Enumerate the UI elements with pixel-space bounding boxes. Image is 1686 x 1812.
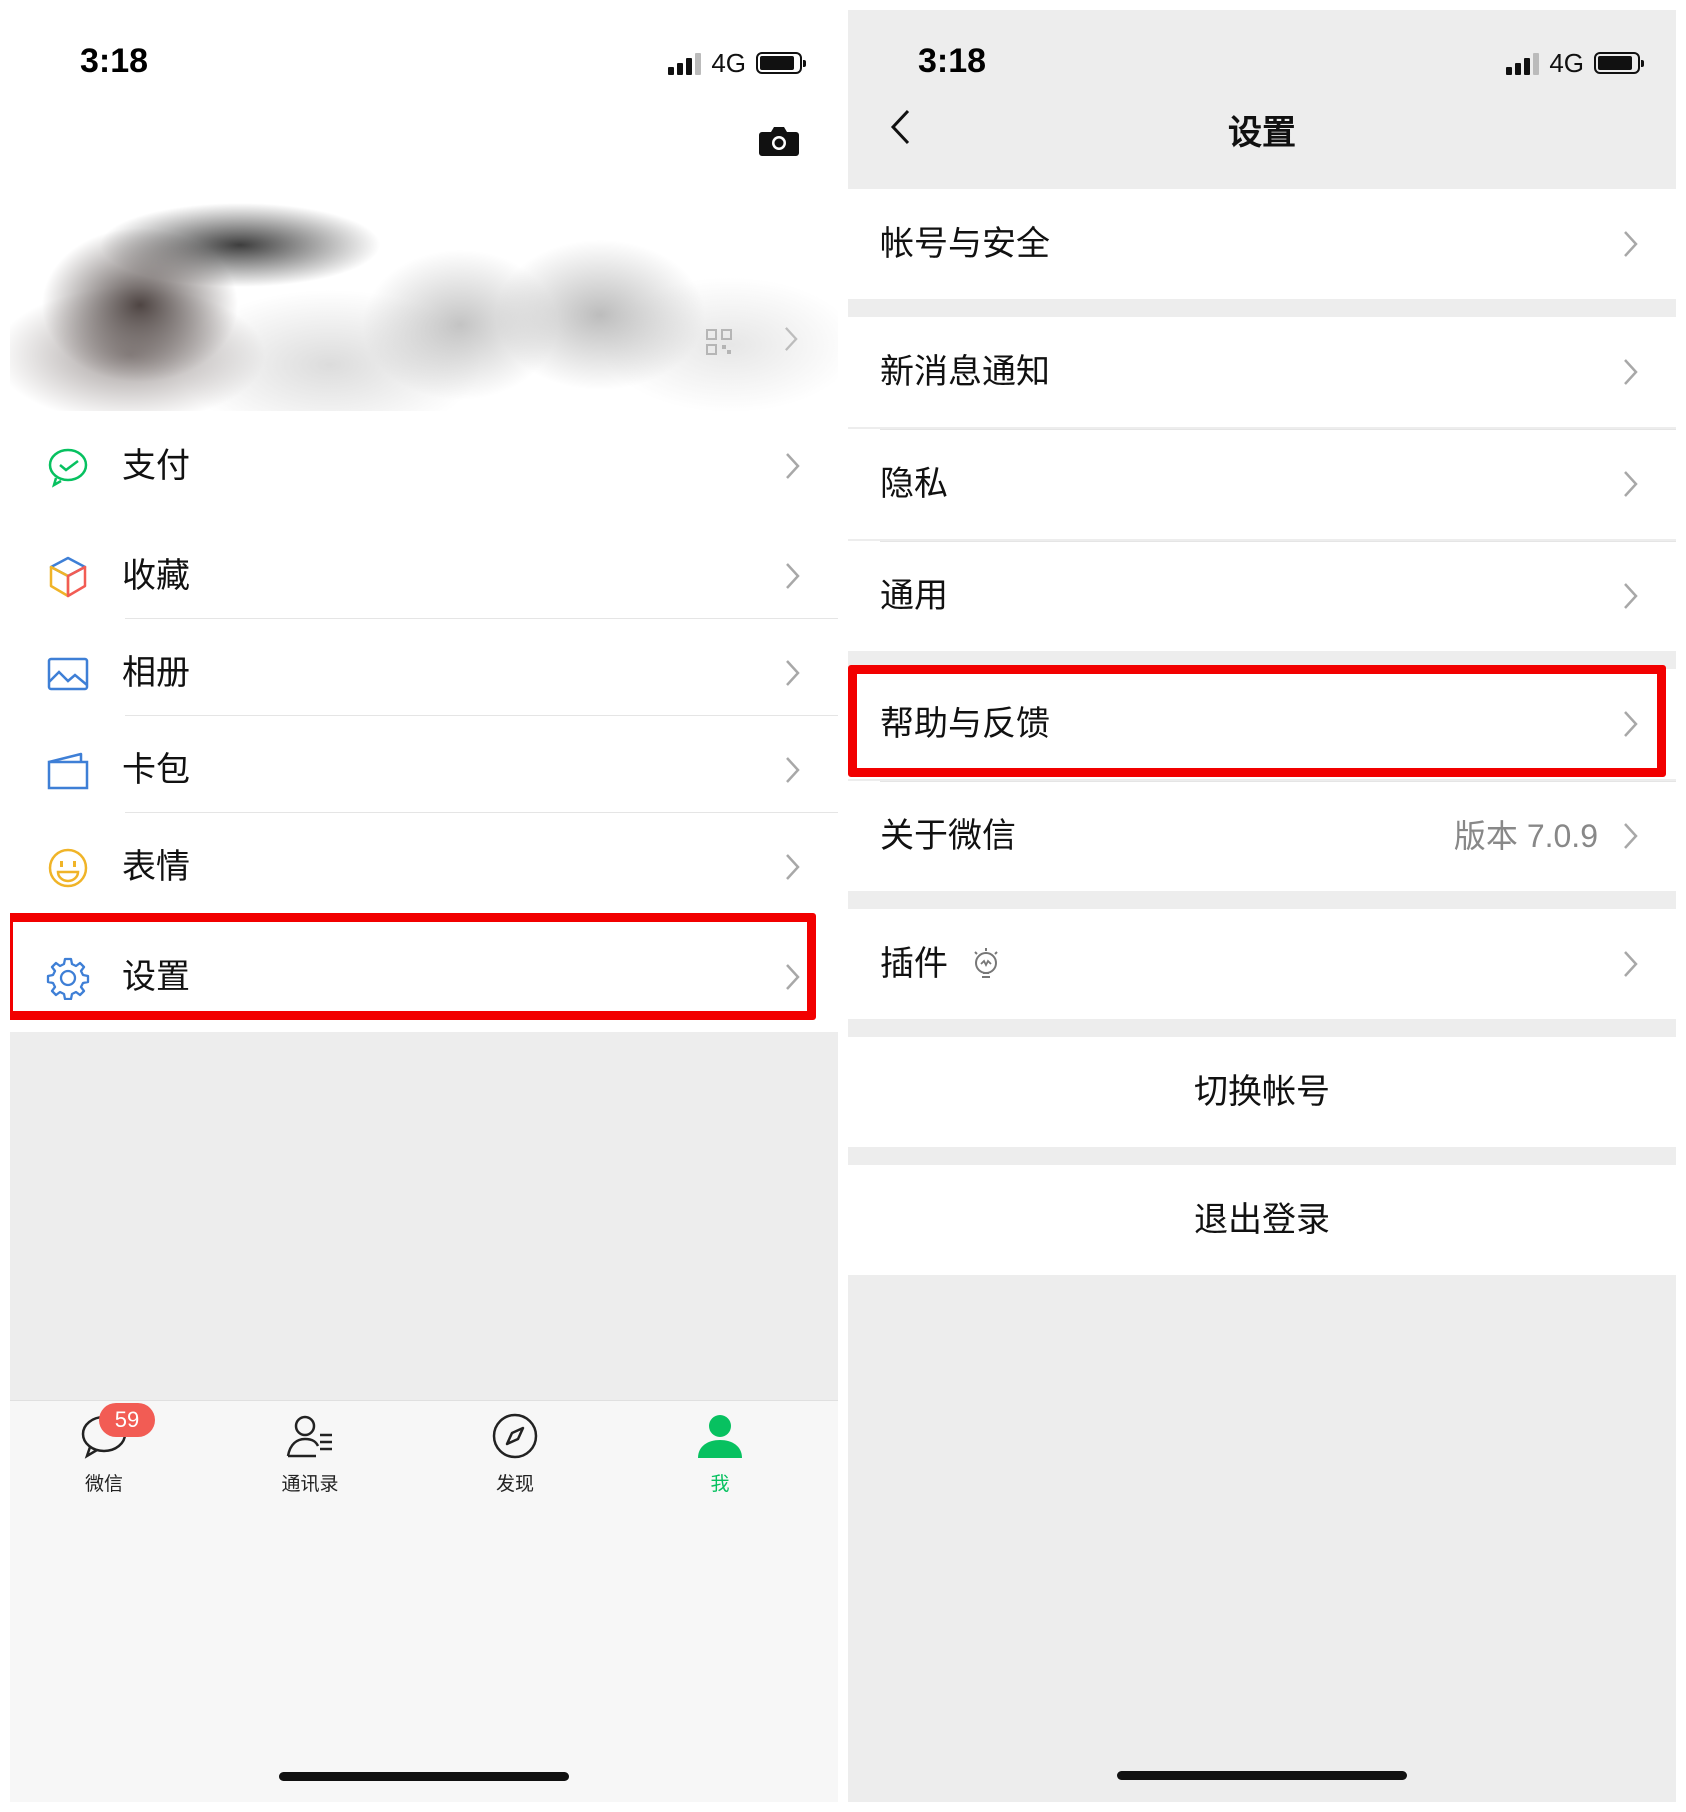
camera-icon[interactable] [758, 125, 800, 157]
menu-item-cards[interactable]: 卡包 [10, 715, 838, 825]
settings-label: 帮助与反馈 [880, 704, 1050, 744]
settings-item-privacy[interactable]: 隐私 [848, 429, 1676, 539]
settings-label: 帐号与安全 [880, 224, 1050, 264]
smiley-icon [48, 848, 88, 888]
chevron-right-icon [1624, 711, 1638, 737]
tab-label: 发现 [495, 1473, 534, 1495]
person-icon [698, 1415, 742, 1458]
settings-item-notifications[interactable]: 新消息通知 [848, 317, 1676, 427]
settings-label: 关于微信 [880, 816, 1016, 856]
battery-icon [1594, 52, 1644, 74]
settings-screen: 3:18 4G 设置 帐号与安全 新消息通知 隐私 通用 帮助与反馈 关于微信 … [848, 10, 1676, 1802]
me-screen: 3:18 4G 支付 收藏 相册 卡包 表情 设置 微信 59 通讯录 发现 我 [10, 10, 838, 1802]
signal-icon [668, 51, 702, 75]
logout-button[interactable]: 退出登录 [848, 1165, 1676, 1275]
chevron-right-icon [786, 660, 800, 686]
home-indicator [1117, 1771, 1407, 1780]
battery-icon [756, 52, 806, 74]
chevron-right-icon [1624, 231, 1638, 257]
chevron-right-icon [1624, 951, 1638, 977]
menu-item-pay[interactable]: 支付 [10, 411, 838, 521]
status-bar: 3:18 4G [848, 10, 1676, 110]
contacts-icon [286, 1415, 332, 1458]
settings-item-account[interactable]: 帐号与安全 [848, 189, 1676, 299]
wechat-pay-icon [48, 448, 88, 488]
chevron-right-icon [786, 563, 800, 589]
tab-discover[interactable]: 发现 [455, 1411, 575, 1501]
chevron-right-icon [1624, 471, 1638, 497]
settings-label: 通用 [880, 576, 948, 616]
tab-label: 微信 [84, 1473, 123, 1495]
status-time: 3:18 [80, 42, 149, 80]
chevron-right-icon [1624, 359, 1638, 385]
status-bar: 3:18 4G [10, 10, 838, 110]
menu-item-album[interactable]: 相册 [10, 618, 838, 728]
switch-account-label: 切换帐号 [1194, 1072, 1330, 1112]
home-indicator [279, 1772, 569, 1781]
status-indicators: 4G [668, 46, 806, 80]
menu-item-settings[interactable]: 设置 [10, 922, 838, 1032]
status-indicators: 4G [1506, 46, 1644, 80]
menu-label: 收藏 [122, 556, 190, 596]
chevron-right-icon [785, 327, 798, 351]
plugin-bulb-icon [974, 948, 998, 978]
network-label: 4G [1549, 47, 1584, 78]
cube-icon [49, 556, 87, 598]
divider [125, 812, 838, 813]
menu-label: 相册 [122, 653, 190, 693]
tab-label: 我 [710, 1473, 730, 1495]
tab-chats[interactable]: 微信 59 [44, 1403, 164, 1501]
qr-code-icon[interactable] [705, 328, 733, 356]
chevron-right-icon [786, 964, 800, 990]
version-value: 版本 7.0.9 [1453, 818, 1598, 854]
logout-label: 退出登录 [1194, 1200, 1330, 1240]
network-label: 4G [711, 47, 746, 78]
tab-me[interactable]: 我 [660, 1411, 780, 1501]
compass-icon [492, 1413, 538, 1459]
menu-label: 设置 [122, 957, 190, 997]
menu-label: 支付 [122, 446, 190, 486]
settings-item-plugins[interactable]: 插件 [848, 909, 1676, 1019]
menu-label: 表情 [122, 847, 190, 887]
menu-label: 卡包 [122, 750, 190, 790]
unread-badge: 59 [99, 1403, 155, 1437]
divider [880, 541, 1676, 542]
switch-account-button[interactable]: 切换帐号 [848, 1037, 1676, 1147]
tab-bar: 微信 59 通讯录 发现 我 [10, 1400, 838, 1802]
settings-item-general[interactable]: 通用 [848, 541, 1676, 651]
divider [125, 618, 838, 619]
settings-item-about[interactable]: 关于微信 版本 7.0.9 [848, 781, 1676, 891]
divider [125, 715, 838, 716]
chevron-right-icon [786, 453, 800, 479]
gear-icon [46, 957, 90, 1000]
settings-label: 隐私 [880, 464, 948, 504]
settings-item-help[interactable]: 帮助与反馈 [848, 669, 1676, 779]
chevron-right-icon [1624, 823, 1638, 849]
wallet-icon [47, 752, 89, 790]
image-icon [47, 657, 89, 691]
menu-item-stickers[interactable]: 表情 [10, 812, 838, 922]
settings-label: 新消息通知 [880, 352, 1050, 392]
chevron-right-icon [1624, 583, 1638, 609]
tab-contacts[interactable]: 通讯录 [250, 1411, 370, 1501]
menu-item-favorites[interactable]: 收藏 [10, 521, 838, 631]
status-time: 3:18 [918, 42, 987, 80]
settings-label: 插件 [880, 944, 948, 984]
page-title: 设置 [1228, 113, 1296, 153]
chevron-right-icon [786, 757, 800, 783]
divider [880, 429, 1676, 430]
signal-icon [1506, 51, 1540, 75]
chevron-right-icon [786, 854, 800, 880]
tab-label: 通讯录 [281, 1473, 339, 1495]
